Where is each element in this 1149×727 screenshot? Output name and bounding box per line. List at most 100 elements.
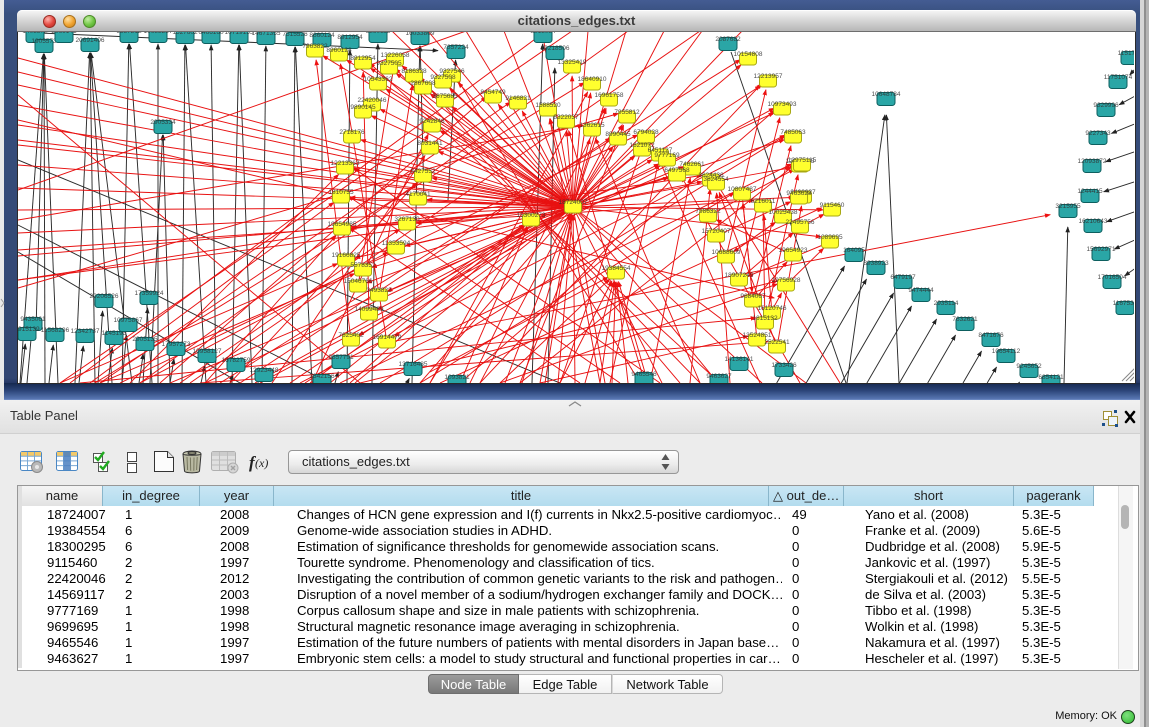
svg-text:16914479: 16914479 (373, 334, 402, 341)
svg-text:12093872: 12093872 (1078, 158, 1107, 165)
svg-text:12975115: 12975115 (788, 157, 817, 164)
svg-text:14099489: 14099489 (355, 306, 384, 313)
svg-text:11353594: 11353594 (382, 240, 411, 247)
svg-text:1167535: 1167535 (1113, 300, 1134, 307)
svg-text:6854121: 6854121 (1038, 374, 1064, 381)
svg-text:19166825: 19166825 (332, 252, 361, 259)
svg-text:10807487: 10807487 (728, 186, 757, 193)
svg-text:1089695: 1089695 (817, 234, 843, 241)
svg-text:9777169: 9777169 (654, 152, 680, 159)
svg-text:8031441: 8031441 (417, 140, 443, 147)
svg-text:15692971: 15692971 (1087, 246, 1116, 253)
svg-text:3624554: 3624554 (703, 176, 729, 183)
svg-text:7485063: 7485063 (780, 129, 806, 136)
svg-text:9327505: 9327505 (376, 60, 402, 67)
svg-text:12213957: 12213957 (754, 73, 783, 80)
svg-text:1588520: 1588520 (535, 102, 561, 109)
svg-text:(x): (x) (255, 456, 268, 470)
svg-text:8960128: 8960128 (326, 47, 352, 54)
svg-text:1362615: 1362615 (579, 122, 605, 129)
svg-text:9463627: 9463627 (706, 373, 732, 380)
svg-text:10973493: 10973493 (768, 101, 797, 108)
svg-text:9146821: 9146821 (505, 95, 531, 102)
svg-text:1733426: 1733426 (771, 362, 797, 369)
svg-text:19654985: 19654985 (328, 221, 357, 228)
svg-text:8938923: 8938923 (863, 260, 889, 267)
svg-text:7632621: 7632621 (952, 316, 978, 323)
svg-text:7986322: 7986322 (695, 208, 721, 215)
svg-text:13524851: 13524851 (743, 332, 772, 339)
svg-text:2935114: 2935114 (934, 300, 959, 307)
svg-text:19756928: 19756928 (772, 277, 801, 284)
svg-text:6794028: 6794028 (633, 129, 659, 136)
svg-text:3675685: 3675685 (432, 93, 458, 100)
svg-text:17359924: 17359924 (135, 290, 164, 297)
svg-text:12342737: 12342737 (71, 328, 100, 335)
svg-text:9115460: 9115460 (820, 202, 845, 209)
svg-text:6479197: 6479197 (890, 274, 916, 281)
svg-text:2905135: 2905135 (132, 336, 158, 343)
svg-text:11751074: 11751074 (1104, 74, 1133, 81)
svg-text:9242848: 9242848 (419, 118, 445, 125)
svg-text:8471676: 8471676 (978, 332, 1004, 339)
svg-text:15046766: 15046766 (344, 278, 373, 285)
svg-text:7955812: 7955812 (614, 109, 640, 116)
svg-text:20691406: 20691406 (76, 37, 105, 44)
svg-text:19654923: 19654923 (779, 247, 808, 254)
svg-text:7357224: 7357224 (443, 44, 469, 51)
svg-text:19384554: 19384554 (602, 265, 631, 272)
svg-text:3915139: 3915139 (18, 326, 40, 333)
svg-text:8427552: 8427552 (410, 168, 436, 175)
svg-text:1244415: 1244415 (1077, 188, 1103, 195)
svg-text:22495756: 22495756 (786, 219, 815, 226)
svg-text:18907249: 18907249 (725, 272, 754, 279)
svg-text:8186328: 8186328 (401, 68, 427, 75)
svg-text:13226058: 13226058 (381, 52, 410, 59)
svg-text:164095: 164095 (843, 247, 865, 254)
svg-text:4170041: 4170041 (405, 191, 431, 198)
svg-text:6216011: 6216011 (751, 198, 776, 205)
svg-text:16210643: 16210643 (1079, 218, 1108, 225)
svg-text:1905573: 1905573 (31, 38, 57, 45)
svg-text:6497568: 6497568 (664, 167, 690, 174)
svg-text:18640910: 18640910 (578, 76, 607, 83)
svg-text:2342156: 2342156 (309, 373, 335, 380)
svg-text:8454749: 8454749 (480, 89, 506, 96)
svg-text:9890145: 9890145 (350, 104, 376, 111)
svg-text:2087682: 2087682 (715, 36, 741, 43)
svg-text:19218506: 19218506 (541, 45, 570, 52)
svg-text:16120746: 16120746 (758, 305, 787, 312)
svg-text:1615132: 1615132 (752, 315, 778, 322)
svg-text:3215955: 3215955 (1055, 203, 1081, 210)
svg-text:10654112: 10654112 (992, 348, 1021, 355)
svg-text:16961758: 16961758 (595, 92, 624, 99)
svg-text:12213363: 12213363 (331, 160, 360, 167)
svg-text:15300273: 15300273 (517, 212, 546, 219)
svg-text:9684067: 9684067 (740, 293, 766, 300)
svg-text:17016504: 17016504 (1098, 274, 1127, 281)
svg-text:8912954: 8912954 (350, 55, 376, 62)
svg-text:2718176: 2718176 (339, 129, 365, 136)
svg-text:1810755: 1810755 (328, 189, 354, 196)
svg-text:10543362: 10543362 (364, 76, 393, 83)
svg-text:10025438: 10025438 (769, 209, 798, 216)
svg-text:10958127: 10958127 (193, 348, 222, 355)
svg-text:15720407: 15720407 (702, 228, 731, 235)
svg-text:8660124: 8660124 (309, 32, 335, 39)
svg-text:1151724: 1151724 (1118, 50, 1134, 57)
svg-text:2867608: 2867608 (410, 80, 436, 87)
svg-text:14136141: 14136141 (725, 356, 754, 363)
svg-text:22420046: 22420046 (358, 97, 387, 104)
svg-text:8990445: 8990445 (605, 131, 631, 138)
svg-text:10154808: 10154808 (734, 51, 763, 58)
svg-text:7515526: 7515526 (282, 31, 308, 38)
svg-text:11568296: 11568296 (41, 327, 70, 334)
svg-text:9857791: 9857791 (328, 354, 354, 361)
svg-text:7625402: 7625402 (338, 332, 364, 339)
svg-text:9465546: 9465546 (631, 371, 657, 378)
svg-text:10688609: 10688609 (712, 249, 741, 256)
svg-text:2905334: 2905334 (150, 119, 176, 126)
svg-text:13716485: 13716485 (399, 361, 428, 368)
svg-text:9435061: 9435061 (20, 316, 46, 323)
svg-text:20206526: 20206526 (90, 293, 119, 300)
